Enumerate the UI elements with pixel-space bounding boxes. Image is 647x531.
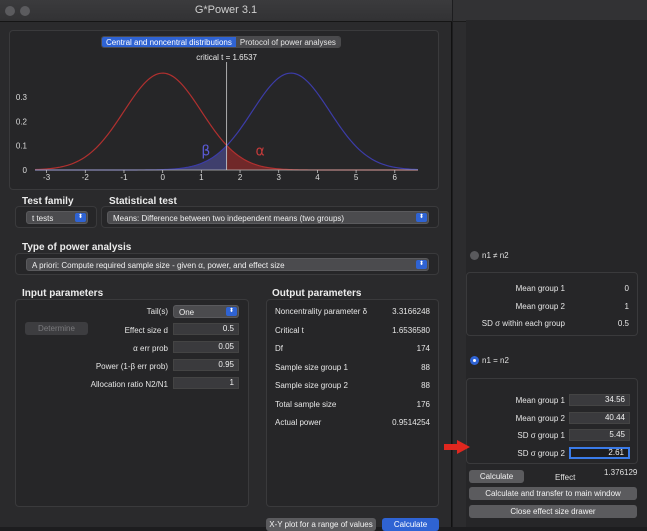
effect-size-label: Effect size d: [124, 326, 168, 335]
alpha-err-input[interactable]: 0.05: [173, 341, 239, 353]
drawer-row-label: SD σ group 2: [517, 448, 565, 458]
xy-plot-button[interactable]: X-Y plot for a range of values: [266, 518, 376, 531]
y-tick-label: 0.2: [16, 117, 28, 126]
output-value: 0.9514254: [392, 418, 430, 427]
power-analysis-value: A priori: Compute required sample size -…: [32, 261, 285, 270]
test-family-select[interactable]: t tests ⬍: [26, 211, 88, 224]
power-analysis-title: Type of power analysis: [22, 242, 132, 253]
power-label: Power (1-β err prob): [95, 362, 168, 371]
output-label: Sample size group 1: [275, 362, 348, 372]
distribution-chart: -3 -2 -1 0 1 2 3 4 5 6 0.3 0.2 0.1 0 critical t = 1.6…: [16, 53, 419, 182]
equal-n-radio[interactable]: [470, 356, 479, 365]
x-tick-label: 4: [315, 173, 320, 182]
x-tick-label: -2: [82, 173, 90, 182]
x-tick-label: 3: [277, 173, 282, 182]
output-label: Critical t: [275, 325, 304, 335]
chevron-updown-icon: ⬍: [226, 307, 237, 316]
alpha-label: α: [256, 143, 265, 159]
output-value: 88: [421, 381, 430, 390]
unequal-n-radio[interactable]: [470, 251, 479, 260]
output-value: 88: [421, 362, 430, 372]
output-value: 176: [416, 399, 430, 409]
drawer-row-value[interactable]: 1: [585, 302, 629, 311]
tails-value: One: [179, 308, 195, 317]
red-arrow-icon: [444, 440, 470, 454]
unequal-n-label: n1 ≠ n2: [482, 251, 509, 260]
tails-label: Tail(s): [146, 307, 168, 316]
chevron-updown-icon: ⬍: [416, 260, 427, 269]
tails-select[interactable]: One ⬍: [173, 305, 239, 318]
drawer-top-bar: [453, 0, 647, 22]
allocation-ratio-input[interactable]: 1: [173, 377, 239, 389]
output-label: Total sample size: [275, 399, 337, 409]
x-tick-label: 1: [199, 173, 204, 182]
equal-n-label: n1 = n2: [482, 356, 509, 365]
x-tick-label: 6: [393, 173, 398, 182]
output-value: 174: [416, 344, 430, 353]
close-drawer-button[interactable]: Close effect size drawer: [469, 505, 637, 518]
output-label: Df: [275, 344, 283, 353]
gpower-main-window: G*Power 3.1 Central and noncentral distr…: [0, 0, 452, 531]
output-value: 3.3166248: [392, 307, 430, 316]
beta-label: β: [201, 143, 210, 159]
drawer-row-label: SD σ within each group: [481, 319, 565, 328]
y-tick-label: 0.3: [16, 93, 28, 102]
power-input[interactable]: 0.95: [173, 359, 239, 371]
drawer-row-label: SD σ group 1: [517, 431, 565, 440]
test-family-value: t tests: [32, 214, 54, 223]
window-title: G*Power 3.1: [194, 4, 258, 16]
drawer-row-value[interactable]: 2.61: [569, 446, 630, 459]
drawer-row-value[interactable]: 34.56: [569, 394, 630, 406]
x-tick-label: -3: [43, 173, 51, 182]
drawer-row-value[interactable]: 5.45: [569, 429, 630, 441]
calculate-transfer-button[interactable]: Calculate and transfer to main window: [469, 487, 637, 500]
y-tick-label: 0: [23, 166, 28, 175]
allocation-ratio-label: Allocation ratio N2/N1: [90, 380, 168, 389]
output-label: Sample size group 2: [275, 381, 348, 390]
output-parameters-title: Output parameters: [272, 288, 362, 299]
calculate-button[interactable]: Calculate: [382, 518, 439, 531]
title-bar: G*Power 3.1: [0, 0, 452, 22]
drawer-row-label: Mean group 1: [515, 284, 565, 293]
drawer-row-value[interactable]: 0.5: [585, 319, 629, 328]
x-tick-label: 2: [238, 173, 243, 182]
chevron-updown-icon: ⬍: [75, 213, 86, 222]
drawer-row-label: Mean group 2: [515, 413, 565, 423]
tab-protocol[interactable]: Protocol of power analyses: [235, 37, 340, 47]
alpha-err-label: α err prob: [133, 344, 168, 353]
effect-value: 1.376129: [604, 468, 638, 477]
statistical-test-select[interactable]: Means: Difference between two independen…: [107, 211, 429, 224]
drawer-row-value[interactable]: 0: [585, 284, 629, 293]
output-label: Actual power: [275, 418, 322, 427]
plot-tab-bar: Central and noncentral distributions Pro…: [101, 36, 341, 48]
drawer-row-label: Mean group 2: [515, 301, 565, 311]
power-analysis-select[interactable]: A priori: Compute required sample size -…: [26, 258, 429, 271]
chevron-updown-icon: ⬍: [416, 213, 427, 222]
critical-t-label: critical t = 1.6537: [196, 53, 257, 62]
x-tick-label: -1: [120, 173, 128, 182]
y-tick-label: 0.1: [16, 142, 28, 151]
drawer-row-value[interactable]: 40.44: [569, 411, 630, 424]
x-tick-label: 0: [160, 173, 165, 182]
tab-distributions[interactable]: Central and noncentral distributions: [102, 37, 236, 47]
output-value: 1.6536580: [392, 325, 430, 335]
drawer-row-label: Mean group 1: [515, 396, 565, 405]
statistical-test-value: Means: Difference between two independen…: [113, 214, 345, 223]
output-label: Noncentrality parameter δ: [275, 307, 368, 316]
effect-label: Effect: [555, 473, 576, 482]
input-parameters-title: Input parameters: [22, 288, 104, 299]
effect-size-input[interactable]: 0.5: [173, 323, 239, 335]
drawer-calculate-button[interactable]: Calculate: [469, 470, 524, 483]
x-tick-label: 5: [354, 173, 359, 182]
